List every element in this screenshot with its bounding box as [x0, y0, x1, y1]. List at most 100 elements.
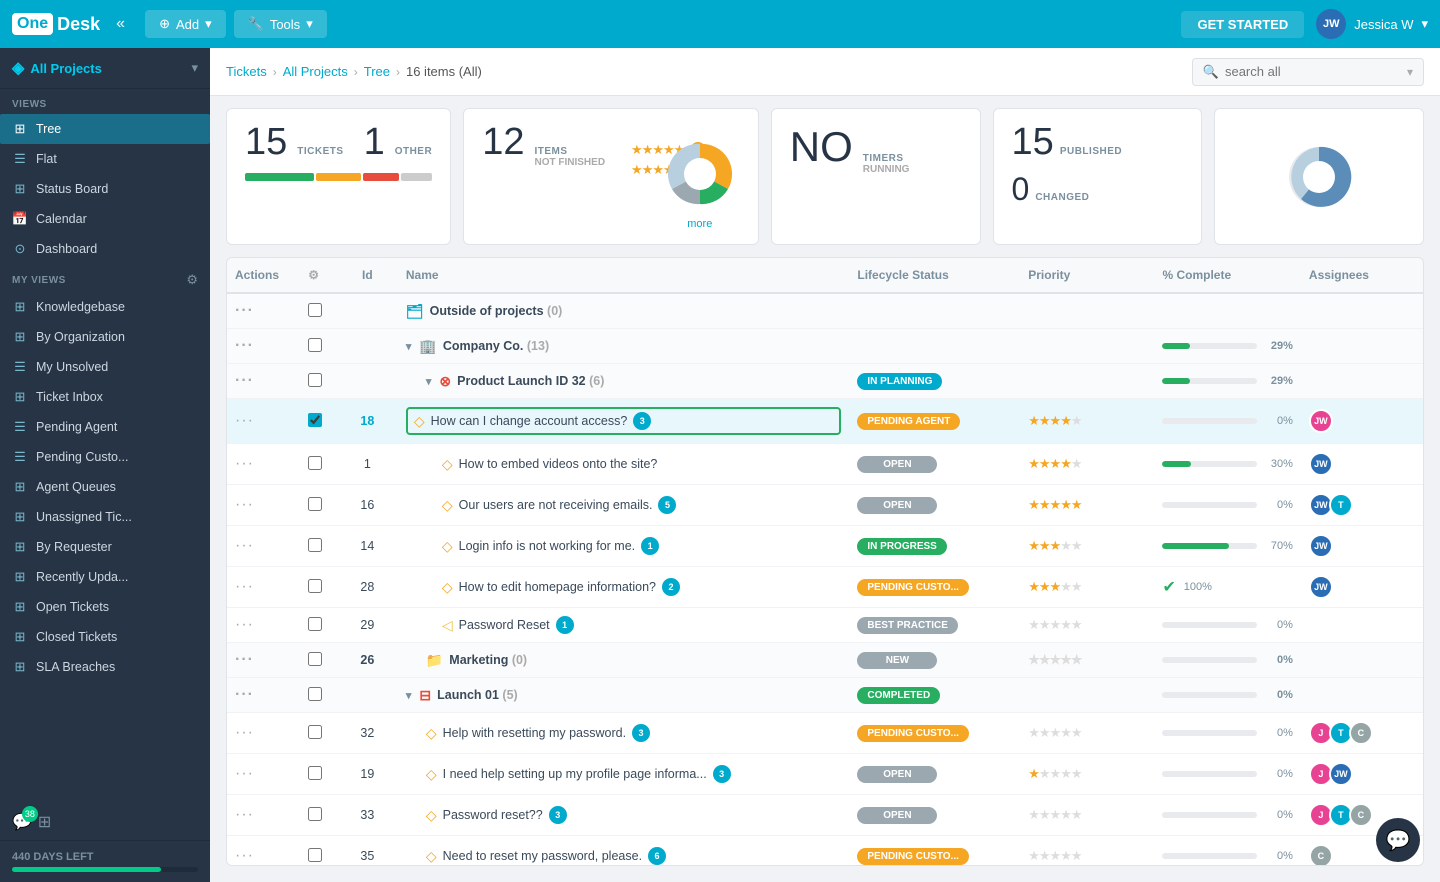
- my-views-settings-icon[interactable]: ⚙: [186, 272, 198, 288]
- table-row[interactable]: ··· 16 ◇ Our users are not receiving ema…: [227, 485, 1423, 526]
- chat-badge: 3: [633, 412, 651, 430]
- notification-badge: 38: [22, 806, 38, 822]
- chevron-down-icon[interactable]: ▾: [406, 689, 412, 702]
- bar-gray: [401, 173, 432, 181]
- sidebar-item-knowledgebase[interactable]: ⊞ Knowledgebase: [0, 292, 210, 322]
- row-checkbox[interactable]: [308, 848, 322, 862]
- row-id: 28: [337, 567, 398, 608]
- row-dots[interactable]: ···: [235, 455, 254, 472]
- row-checkbox[interactable]: [308, 303, 322, 317]
- row-checkbox[interactable]: [308, 652, 322, 666]
- sidebar-item-tree[interactable]: ⊞ Tree: [0, 114, 210, 144]
- table-row[interactable]: ··· 14 ◇ Login info is not working for m…: [227, 526, 1423, 567]
- sidebar-item-dashboard[interactable]: ⊙ Dashboard: [0, 234, 210, 264]
- sidebar-item-status-board[interactable]: ⊞ Status Board: [0, 174, 210, 204]
- folder-icon: 🗂: [406, 303, 424, 320]
- sidebar-item-by-requester[interactable]: ⊞ By Requester: [0, 532, 210, 562]
- chevron-down-icon[interactable]: ▾: [406, 340, 412, 353]
- table-row[interactable]: ··· 29 ◁ Password Reset 1 BEST PRACTICE …: [227, 608, 1423, 643]
- tools-button[interactable]: 🔧 Tools ▾: [234, 10, 327, 38]
- sidebar-item-calendar[interactable]: 📅 Calendar: [0, 204, 210, 234]
- breadcrumb-tickets[interactable]: Tickets: [226, 64, 267, 79]
- user-menu[interactable]: JW Jessica W ▾: [1316, 9, 1428, 39]
- get-started-button[interactable]: GET STARTED: [1181, 11, 1304, 38]
- row-checkbox[interactable]: [308, 807, 322, 821]
- grid-button[interactable]: ⊞: [38, 812, 51, 832]
- row-dots[interactable]: ···: [235, 686, 254, 703]
- pie-more-link[interactable]: more: [687, 218, 712, 230]
- status-badge: OPEN: [857, 807, 937, 824]
- row-dots[interactable]: ···: [235, 337, 254, 354]
- table-row: ··· ▾ ⊟ Launch 01 (5) COMPLETED: [227, 678, 1423, 713]
- breadcrumb-current: 16 items (All): [406, 64, 482, 79]
- tickets-bar: [245, 173, 432, 181]
- table-row[interactable]: ··· 19 ◇ I need help setting up my profi…: [227, 754, 1423, 795]
- progress-bar: 0%: [1162, 768, 1292, 780]
- row-checkbox[interactable]: [308, 338, 322, 352]
- search-input[interactable]: [1225, 64, 1401, 79]
- sidebar-item-pending-agent[interactable]: ☰ Pending Agent: [0, 412, 210, 442]
- project-label: All Projects: [30, 61, 102, 76]
- chat-badge: 1: [641, 537, 659, 555]
- sidebar-item-closed-tickets[interactable]: ⊞ Closed Tickets: [0, 622, 210, 652]
- published-pie-card: [1214, 108, 1424, 245]
- sidebar-item-ticket-inbox[interactable]: ⊞ Ticket Inbox: [0, 382, 210, 412]
- row-checkbox[interactable]: [308, 373, 322, 387]
- sidebar-item-unassigned-tic[interactable]: ⊞ Unassigned Tic...: [0, 502, 210, 532]
- row-name: 🗂 Outside of projects (0): [398, 293, 850, 329]
- search-box[interactable]: 🔍 ▾: [1192, 58, 1424, 86]
- sidebar-item-sla-breaches[interactable]: ⊞ SLA Breaches: [0, 652, 210, 682]
- row-dots[interactable]: ···: [235, 537, 254, 554]
- table-row[interactable]: ··· 32 ◇ Help with resetting my password…: [227, 713, 1423, 754]
- row-checkbox[interactable]: [308, 413, 322, 427]
- avatar: JW: [1309, 575, 1333, 599]
- sidebar-item-by-organization[interactable]: ⊞ By Organization: [0, 322, 210, 352]
- row-dots[interactable]: ···: [235, 578, 254, 595]
- sidebar-item-my-unsolved[interactable]: ☰ My Unsolved: [0, 352, 210, 382]
- row-dots[interactable]: ···: [235, 724, 254, 741]
- row-dots[interactable]: ···: [235, 616, 254, 633]
- table-row[interactable]: ··· 35 ◇ Need to reset my password, plea…: [227, 836, 1423, 867]
- table-row[interactable]: ··· 28 ◇ How to edit homepage informatio…: [227, 567, 1423, 608]
- row-dots[interactable]: ···: [235, 372, 254, 389]
- row-checkbox[interactable]: [308, 538, 322, 552]
- notifications-button[interactable]: 💬 38: [12, 812, 32, 832]
- row-checkbox[interactable]: [308, 497, 322, 511]
- breadcrumb-tree[interactable]: Tree: [364, 64, 390, 79]
- row-dots[interactable]: ···: [235, 765, 254, 782]
- add-button[interactable]: ⊕ Add ▾: [145, 10, 226, 38]
- row-checkbox[interactable]: [308, 687, 322, 701]
- by-requester-icon: ⊞: [12, 539, 28, 555]
- row-checkbox[interactable]: [308, 579, 322, 593]
- search-expand-icon[interactable]: ▾: [1407, 65, 1413, 79]
- row-name: ▾ ⊗ Product Launch ID 32 (6): [398, 364, 850, 399]
- row-dots[interactable]: ···: [235, 412, 254, 429]
- row-checkbox[interactable]: [308, 456, 322, 470]
- chevron-down-icon[interactable]: ▾: [426, 375, 432, 388]
- gear-icon[interactable]: ⚙: [308, 268, 319, 282]
- row-checkbox[interactable]: [308, 617, 322, 631]
- row-checkbox[interactable]: [308, 725, 322, 739]
- row-dots[interactable]: ···: [235, 302, 254, 319]
- sidebar-item-open-tickets[interactable]: ⊞ Open Tickets: [0, 592, 210, 622]
- sidebar-item-pending-custo[interactable]: ☰ Pending Custo...: [0, 442, 210, 472]
- table-row[interactable]: ··· 18 ◇ How can I change account access…: [227, 399, 1423, 444]
- row-name: ◇ Login info is not working for me. 1: [398, 526, 850, 567]
- row-checkbox[interactable]: [308, 766, 322, 780]
- sidebar-item-flat[interactable]: ☰ Flat: [0, 144, 210, 174]
- sidebar-item-agent-queues[interactable]: ⊞ Agent Queues: [0, 472, 210, 502]
- table-row[interactable]: ··· 33 ◇ Password reset?? 3 OPEN ★★★★★: [227, 795, 1423, 836]
- breadcrumb-all-projects[interactable]: All Projects: [283, 64, 348, 79]
- priority-stars: ★★★: [1028, 538, 1060, 553]
- row-dots[interactable]: ···: [235, 496, 254, 513]
- row-dots[interactable]: ···: [235, 806, 254, 823]
- table-row[interactable]: ··· 1 ◇ How to embed videos onto the sit…: [227, 444, 1423, 485]
- th-gear[interactable]: ⚙: [300, 258, 337, 293]
- row-dots[interactable]: ···: [235, 651, 254, 668]
- collapse-sidebar-button[interactable]: «: [116, 15, 125, 33]
- row-dots[interactable]: ···: [235, 847, 254, 864]
- chat-bubble-button[interactable]: 💬: [1376, 818, 1420, 862]
- sidebar-item-recently-updated[interactable]: ⊞ Recently Upda...: [0, 562, 210, 592]
- avatar: JW: [1316, 9, 1346, 39]
- project-selector[interactable]: ◈ All Projects ▾: [0, 48, 210, 89]
